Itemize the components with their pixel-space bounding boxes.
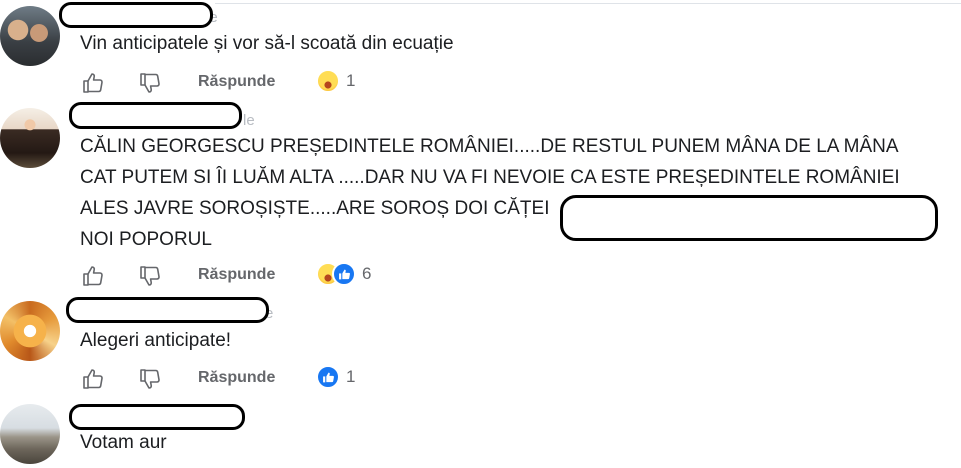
thumbs-down-icon[interactable] — [137, 366, 163, 392]
reply-button[interactable]: Răspunde — [198, 369, 275, 387]
avatar[interactable] — [0, 6, 60, 66]
redacted-author-name — [66, 297, 269, 323]
comment-text-line-4: NOI POPORUL — [80, 229, 212, 250]
thumbs-up-icon[interactable] — [80, 263, 106, 289]
thumbs-up-icon[interactable] — [80, 366, 106, 392]
reaction-summary[interactable]: 1 — [316, 365, 355, 389]
comment-text-line-2: CAT PUTEM SI ÎI LUĂM ALTA .....DAR NU VA… — [80, 167, 900, 188]
comment-text: Vin anticipatele și vor să-l scoată din … — [80, 33, 454, 54]
thumbs-down-icon[interactable] — [137, 70, 163, 96]
avatar[interactable] — [0, 404, 60, 464]
reaction-summary[interactable]: 1 — [316, 69, 355, 93]
reply-button[interactable]: Răspunde — [198, 73, 275, 91]
avatar[interactable] — [0, 301, 60, 361]
like-reaction-icon — [316, 365, 340, 389]
like-reaction-icon — [332, 262, 356, 286]
redacted-author-name — [59, 2, 213, 28]
comment-actions: Răspunde 1 — [80, 68, 380, 98]
reaction-count: 1 — [346, 367, 356, 386]
haha-reaction-icon — [316, 69, 340, 93]
thumbs-up-icon[interactable] — [80, 70, 106, 96]
reaction-count: 1 — [346, 71, 356, 90]
reaction-count: 6 — [362, 264, 372, 283]
top-divider — [215, 3, 961, 4]
thumbs-down-icon[interactable] — [137, 263, 163, 289]
avatar[interactable] — [0, 108, 60, 168]
comment-actions: Răspunde 1 — [80, 364, 380, 394]
comment-text-line-3: ALES JAVRE SOROȘIȘTE.....ARE SOROȘ DOI C… — [80, 198, 550, 219]
comment-text: Alegeri anticipate! — [80, 330, 232, 351]
comment-actions: Răspunde 6 — [80, 261, 400, 291]
redacted-author-name — [69, 102, 242, 129]
reply-button[interactable]: Răspunde — [198, 266, 275, 284]
author-name-fragment: le — [243, 112, 255, 129]
comment-text-line-1: CĂLIN GEORGESCU PREȘEDINTELE ROMÂNIEI...… — [80, 136, 899, 157]
reaction-summary[interactable]: 6 — [316, 262, 371, 286]
comment-text: Votam aur — [80, 432, 167, 453]
redacted-text — [560, 195, 938, 241]
